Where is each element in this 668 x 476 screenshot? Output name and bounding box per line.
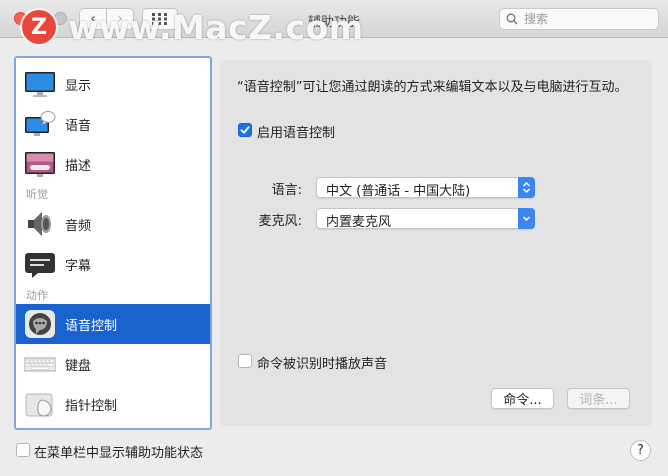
sidebar-item-label: 指针控制 bbox=[65, 399, 118, 414]
sidebar-item-label: 字幕 bbox=[65, 259, 92, 274]
sidebar-item-audio[interactable]: 音频 bbox=[16, 204, 210, 244]
checkmark-icon bbox=[240, 126, 250, 134]
microphone-value: 内置麦克风 bbox=[326, 215, 392, 230]
section-header-motor: 动作 bbox=[26, 289, 48, 302]
question-mark-icon: ? bbox=[637, 443, 644, 458]
sidebar-item-display[interactable]: 显示 bbox=[16, 64, 210, 104]
voice-control-icon bbox=[25, 310, 55, 338]
sidebar: 显示 语音 描述 听觉 音频 字幕 动作 语音控制 键盘 指针控制 bbox=[14, 56, 212, 430]
sidebar-item-label: 键盘 bbox=[65, 359, 92, 374]
description-text: “语音控制”可让您通过朗读的方式来编辑文本以及与电脑进行互动。 bbox=[237, 80, 628, 95]
enable-voice-control-checkbox[interactable] bbox=[238, 123, 252, 137]
play-sound-label: 命令被识别时播放声音 bbox=[257, 357, 388, 372]
play-sound-checkbox[interactable] bbox=[238, 354, 252, 368]
pointer-control-icon bbox=[25, 393, 53, 417]
speech-icon bbox=[25, 111, 56, 136]
vocabulary-button[interactable]: 词条... bbox=[567, 388, 630, 409]
sidebar-item-voice-control[interactable]: 语音控制 bbox=[16, 304, 210, 344]
audio-icon bbox=[28, 212, 51, 236]
language-value: 中文 (普通话 - 中国大陆) bbox=[326, 184, 471, 199]
microphone-label: 麦克风: bbox=[258, 214, 302, 229]
sidebar-item-descriptions[interactable]: 描述 bbox=[16, 144, 210, 184]
chevron-down-icon bbox=[518, 208, 535, 229]
enable-voice-control-label: 启用语音控制 bbox=[257, 126, 336, 141]
search-icon bbox=[506, 13, 518, 25]
descriptions-icon bbox=[25, 152, 55, 177]
sidebar-item-label: 显示 bbox=[65, 79, 92, 94]
updown-chevron-icon bbox=[518, 177, 535, 198]
sidebar-item-label: 语音控制 bbox=[65, 319, 118, 334]
sidebar-item-pointer-control[interactable]: 指针控制 bbox=[16, 384, 210, 424]
sidebar-item-label: 语音 bbox=[65, 119, 92, 134]
section-header-hearing: 听觉 bbox=[26, 188, 48, 201]
commands-button[interactable]: 命令... bbox=[491, 388, 554, 409]
sidebar-item-captions[interactable]: 字幕 bbox=[16, 244, 210, 284]
microphone-select[interactable]: 内置麦克风 bbox=[316, 208, 535, 230]
show-in-menubar-checkbox[interactable] bbox=[16, 443, 30, 457]
captions-icon bbox=[25, 253, 55, 278]
watermark-logo: Z bbox=[22, 10, 56, 44]
sidebar-item-speech[interactable]: 语音 bbox=[16, 104, 210, 144]
display-icon bbox=[25, 72, 55, 97]
show-in-menubar-label: 在菜单栏中显示辅助功能状态 bbox=[34, 446, 204, 461]
help-button[interactable]: ? bbox=[630, 440, 651, 461]
search-input[interactable] bbox=[524, 12, 644, 26]
sidebar-item-label: 描述 bbox=[65, 159, 92, 174]
voice-control-panel: “语音控制”可让您通过朗读的方式来编辑文本以及与电脑进行互动。 启用语音控制 语… bbox=[220, 60, 652, 426]
sidebar-item-label: 音频 bbox=[65, 219, 92, 234]
language-select[interactable]: 中文 (普通话 - 中国大陆) bbox=[316, 177, 535, 199]
search-field[interactable] bbox=[499, 8, 659, 30]
keyboard-icon bbox=[24, 357, 56, 372]
sidebar-item-keyboard[interactable]: 键盘 bbox=[16, 344, 210, 384]
language-label: 语言: bbox=[271, 183, 302, 198]
watermark-text: www.MacZ.com bbox=[68, 8, 364, 47]
